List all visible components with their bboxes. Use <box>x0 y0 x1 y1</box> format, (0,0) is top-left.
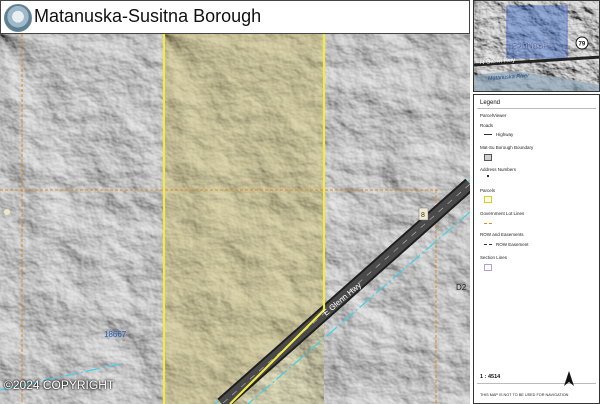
address-swatch <box>487 175 489 177</box>
main-map[interactable]: E Glenn Hwy 18667 8 D2 ©2024 COPYRIGHT <box>0 34 470 404</box>
north-arrow-icon <box>564 371 574 386</box>
lot-label-d2: D2 <box>456 283 467 292</box>
legend-item-borough-boundary: Mat-Su Borough Boundary <box>480 145 534 150</box>
section-label: S20N06E <box>512 41 549 51</box>
legend-divider <box>477 108 596 109</box>
highway-swatch <box>484 134 492 135</box>
title-bar: Matanuska-Susitna Borough <box>0 0 470 34</box>
scale-divider <box>477 383 596 384</box>
section-lines-swatch <box>484 264 492 271</box>
legend-item-roads: Roads <box>480 123 494 128</box>
legend-item-row-easements: ROW and Easements <box>480 232 524 237</box>
legend-item-highway: Highway <box>496 132 514 137</box>
legend-item-address-numbers: Address Numbers <box>480 167 517 172</box>
borough-seal-icon <box>4 4 32 32</box>
row-easement-swatch <box>484 244 492 245</box>
address-number: 18667 <box>104 330 127 339</box>
overview-canvas: S20N06E 79 N Glenn Hwy Matanuska River <box>474 1 599 91</box>
route-shield-number: 79 <box>579 42 586 48</box>
overview-map[interactable]: S20N06E 79 N Glenn Hwy Matanuska River <box>473 0 600 92</box>
boundary-swatch <box>484 154 492 161</box>
page-title: Matanuska-Susitna Borough <box>34 6 262 26</box>
navigation-disclaimer: THIS MAP IS NOT TO BE USED FOR NAVIGATIO… <box>480 393 569 397</box>
lot-lines-swatch <box>484 223 492 224</box>
map-scale: 1 : 4514 <box>480 374 501 380</box>
survey-point-icon <box>4 209 10 215</box>
copyright-text: ©2024 COPYRIGHT <box>4 378 115 392</box>
legend-item-parcels: Parcels <box>480 188 496 193</box>
legend-item-parcelviewer: ParcelViewer <box>480 113 507 118</box>
legend-title: Legend <box>480 100 501 106</box>
legend-item-government-lot-lines: Government Lot Lines <box>480 211 525 216</box>
map-canvas[interactable]: E Glenn Hwy 18667 8 D2 <box>0 34 470 404</box>
parcels-swatch <box>484 196 492 203</box>
lot-marker: 8 <box>421 212 425 219</box>
legend-panel: Legend ParcelViewer Roads Highway Mat-Su… <box>473 94 600 404</box>
map-viewer: Matanuska-Susitna Borough E Glenn Hwy 18… <box>0 0 600 404</box>
legend-item-section-lines: Section Lines <box>480 255 508 260</box>
legend-item-row-easement: ROW Easement <box>496 242 529 247</box>
